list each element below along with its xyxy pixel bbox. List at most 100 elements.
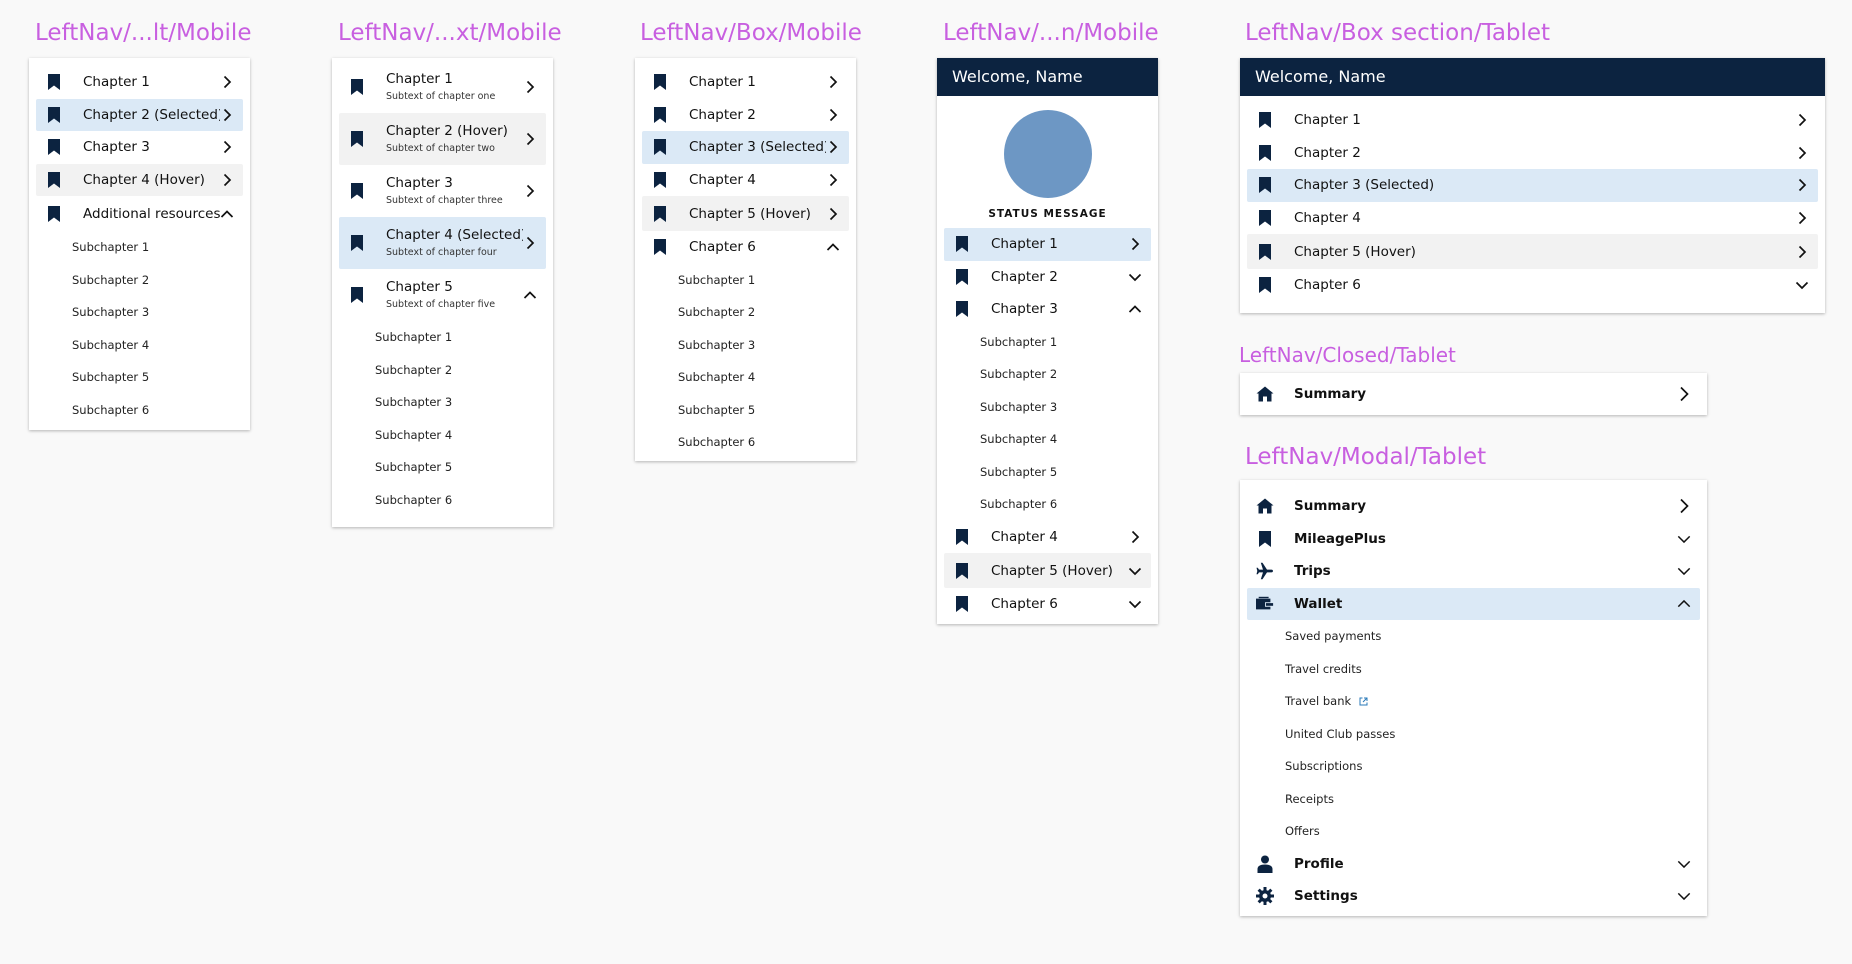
- nav-item-chapter-1[interactable]: Chapter 1 Subtext of chapter one: [339, 61, 546, 113]
- bookmark-icon: [1256, 144, 1274, 162]
- wallet-subitem-saved-payments[interactable]: Saved payments: [1240, 620, 1707, 653]
- nav-item-chapter-4[interactable]: Chapter 4: [944, 521, 1151, 554]
- subchapter-item[interactable]: Subchapter 5: [332, 451, 553, 484]
- avatar[interactable]: [1003, 110, 1092, 198]
- bookmark-icon: [1256, 111, 1274, 129]
- nav-item-chapter-3[interactable]: Chapter 3: [944, 293, 1151, 326]
- leftnav-box-section-tablet: Welcome, Name Chapter 1 Chapter 2 Chapte…: [1240, 58, 1825, 313]
- nav-item-chapter-3[interactable]: Chapter 3 (Selected): [642, 131, 849, 164]
- wallet-subitem-offers[interactable]: Offers: [1240, 815, 1707, 848]
- bookmark-icon: [651, 138, 669, 156]
- subchapter-item[interactable]: Subchapter 5: [635, 394, 856, 427]
- nav-item-profile[interactable]: Profile: [1247, 848, 1700, 881]
- subchapter-item[interactable]: Subchapter 2: [937, 358, 1158, 391]
- chevron-right-icon: [1128, 530, 1142, 544]
- chevron-right-icon: [523, 132, 537, 146]
- nav-item-chapter-2[interactable]: Chapter 2: [1247, 137, 1818, 170]
- nav-item-additional-resources[interactable]: Additional resources: [36, 196, 243, 231]
- chevron-up-icon: [826, 240, 840, 254]
- chevron-right-icon: [1795, 211, 1809, 225]
- chevron-right-icon: [220, 173, 234, 187]
- bookmark-icon: [953, 562, 971, 580]
- subchapter-item[interactable]: Subchapter 2: [332, 354, 553, 387]
- nav-item-chapter-1[interactable]: Chapter 1: [1247, 104, 1818, 137]
- nav-item-chapter-2[interactable]: Chapter 2: [944, 261, 1151, 294]
- subchapter-item[interactable]: Subchapter 4: [937, 423, 1158, 456]
- nav-item-chapter-4[interactable]: Chapter 4: [642, 164, 849, 197]
- nav-item-chapter-4[interactable]: Chapter 4 (Selected) Subtext of chapter f…: [339, 217, 546, 269]
- subchapter-item[interactable]: Subchapter 6: [29, 394, 250, 427]
- bookmark-icon: [1256, 209, 1274, 227]
- bookmark-icon: [1256, 276, 1274, 294]
- bookmark-icon: [348, 182, 366, 200]
- nav-item-summary[interactable]: Summary: [1247, 490, 1700, 523]
- wallet-subitem-travel-bank[interactable]: Travel bank: [1240, 685, 1707, 718]
- subchapter-item[interactable]: Subchapter 1: [937, 326, 1158, 359]
- subchapter-item[interactable]: Subchapter 6: [937, 488, 1158, 521]
- nav-item-chapter-2[interactable]: Chapter 2 (Selected): [36, 98, 243, 131]
- status-message: STATUS MESSAGE: [988, 208, 1107, 220]
- bookmark-icon: [348, 234, 366, 252]
- subchapter-item[interactable]: Subchapter 4: [29, 329, 250, 362]
- nav-item-wallet[interactable]: Wallet: [1247, 587, 1700, 620]
- nav-item-chapter-1[interactable]: Chapter 1: [944, 228, 1151, 261]
- subchapter-item[interactable]: Subchapter 5: [937, 456, 1158, 489]
- subchapter-item[interactable]: Subchapter 1: [332, 321, 553, 354]
- nav-item-chapter-4[interactable]: Chapter 4: [1247, 202, 1818, 235]
- subchapter-item[interactable]: Subchapter 4: [332, 419, 553, 452]
- nav-item-chapter-2[interactable]: Chapter 2 (Hover) Subtext of chapter two: [339, 113, 546, 165]
- nav-item-chapter-6[interactable]: Chapter 6: [944, 588, 1151, 621]
- nav-item-trips[interactable]: Trips: [1247, 555, 1700, 588]
- subchapter-item[interactable]: Subchapter 3: [937, 391, 1158, 424]
- nav-item-settings[interactable]: Settings: [1247, 880, 1700, 913]
- bookmark-icon: [45, 106, 63, 124]
- chevron-right-icon: [1795, 245, 1809, 259]
- wallet-subitem-travel-credits[interactable]: Travel credits: [1240, 653, 1707, 686]
- subchapter-item[interactable]: Subchapter 4: [635, 361, 856, 394]
- nav-item-chapter-6[interactable]: Chapter 6: [642, 231, 849, 264]
- panel-title: LeftNav/Box/Mobile: [640, 20, 862, 46]
- bookmark-icon: [1256, 176, 1274, 194]
- bookmark-icon: [45, 73, 63, 91]
- bookmark-icon: [348, 286, 366, 304]
- nav-item-chapter-5[interactable]: Chapter 5 (Hover): [1247, 234, 1818, 269]
- subchapter-item[interactable]: Subchapter 1: [29, 231, 250, 264]
- panel-title: LeftNav/...xt/Mobile: [338, 20, 562, 46]
- nav-item-chapter-6[interactable]: Chapter 6: [1247, 269, 1818, 302]
- leftnav-signed-in-mobile: Welcome, Name STATUS MESSAGE Chapter 1 C…: [937, 58, 1158, 624]
- subchapter-item[interactable]: Subchapter 6: [635, 426, 856, 459]
- chevron-right-icon: [1677, 499, 1691, 514]
- nav-item-mileageplus[interactable]: MileagePlus: [1247, 523, 1700, 556]
- nav-item-chapter-5[interactable]: Chapter 5 (Hover): [944, 553, 1151, 588]
- nav-item-chapter-1[interactable]: Chapter 1: [642, 66, 849, 99]
- subchapter-item[interactable]: Subchapter 5: [29, 361, 250, 394]
- subchapter-item[interactable]: Subchapter 2: [29, 264, 250, 297]
- chevron-right-icon: [826, 140, 840, 154]
- wallet-subitem-receipts[interactable]: Receipts: [1240, 783, 1707, 816]
- nav-item-chapter-4[interactable]: Chapter 4 (Hover): [36, 163, 243, 196]
- subchapter-item[interactable]: Subchapter 3: [29, 296, 250, 329]
- airplane-icon: [1256, 562, 1274, 580]
- nav-item-chapter-5[interactable]: Chapter 5 (Hover): [642, 196, 849, 231]
- nav-item-chapter-3[interactable]: Chapter 3 Subtext of chapter three: [339, 165, 546, 217]
- nav-item-chapter-3[interactable]: Chapter 3 (Selected): [1247, 169, 1818, 202]
- subchapter-item[interactable]: Subchapter 6: [332, 484, 553, 517]
- chevron-down-icon: [1128, 564, 1142, 578]
- nav-item-chapter-1[interactable]: Chapter 1: [36, 66, 243, 99]
- person-icon: [1256, 855, 1274, 873]
- subchapter-item[interactable]: Subchapter 1: [635, 264, 856, 297]
- chevron-down-icon: [1795, 278, 1809, 292]
- chevron-down-icon: [1128, 597, 1142, 611]
- nav-item-chapter-5[interactable]: Chapter 5 Subtext of chapter five: [339, 269, 546, 321]
- chevron-right-icon: [220, 108, 234, 122]
- nav-item-chapter-3[interactable]: Chapter 3: [36, 131, 243, 164]
- wallet-subitem-united-club-passes[interactable]: United Club passes: [1240, 718, 1707, 751]
- nav-item-summary[interactable]: Summary: [1247, 373, 1700, 415]
- subchapter-item[interactable]: Subchapter 3: [332, 386, 553, 419]
- chevron-right-icon: [1128, 237, 1142, 251]
- wallet-subitem-subscriptions[interactable]: Subscriptions: [1240, 750, 1707, 783]
- subchapter-item[interactable]: Subchapter 2: [635, 296, 856, 329]
- subchapter-item[interactable]: Subchapter 3: [635, 329, 856, 362]
- bookmark-icon: [651, 73, 669, 91]
- nav-item-chapter-2[interactable]: Chapter 2: [642, 99, 849, 132]
